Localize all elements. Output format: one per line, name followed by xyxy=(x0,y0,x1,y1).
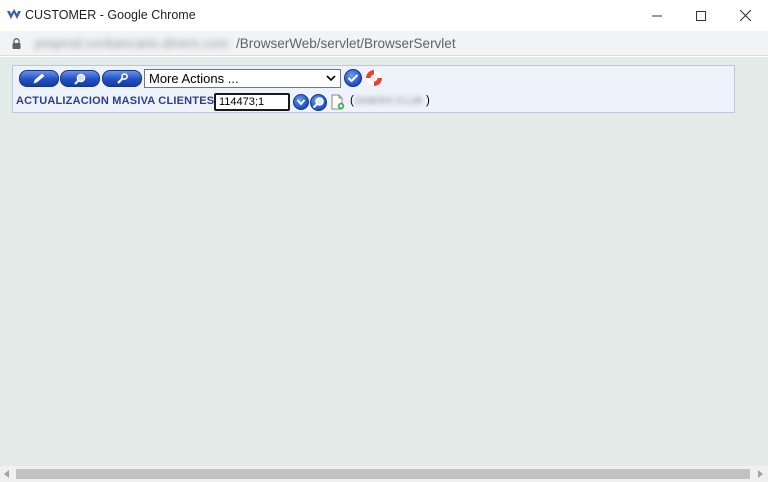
lifebuoy-icon xyxy=(366,70,382,86)
url-path: /BrowserWeb/servlet/BrowserServlet xyxy=(236,36,456,51)
minimize-button[interactable] xyxy=(634,0,680,31)
pencil-icon xyxy=(33,73,45,83)
lock-icon[interactable] xyxy=(12,38,21,49)
paren-open: ( xyxy=(350,95,354,107)
url-host: preprod.conbancario.diners.com xyxy=(35,36,229,51)
horizontal-scrollbar[interactable] xyxy=(0,466,768,482)
window-title: CUSTOMER - Google Chrome xyxy=(25,8,196,22)
lookup-button[interactable] xyxy=(310,94,327,111)
address-bar[interactable]: preprod.conbancario.diners.com /BrowserW… xyxy=(0,31,768,56)
more-actions-value: More Actions ... xyxy=(149,71,239,86)
client-id-input[interactable] xyxy=(214,93,290,111)
close-button[interactable] xyxy=(722,0,768,31)
go-button[interactable] xyxy=(293,94,309,110)
section-title: ACTUALIZACION MASIVA CLIENTES xyxy=(16,95,215,107)
toolbar-panel: More Actions ... ACTUALIZACION MASIVA CL… xyxy=(12,65,735,113)
magnifier-icon xyxy=(312,97,324,109)
more-actions-select[interactable]: More Actions ... xyxy=(144,69,341,88)
page-viewport: More Actions ... ACTUALIZACION MASIVA CL… xyxy=(0,57,768,466)
paren-close: ) xyxy=(426,95,430,107)
magnifier-icon xyxy=(74,73,86,85)
close-icon xyxy=(739,10,751,21)
wrench-icon xyxy=(117,72,128,84)
search-button[interactable] xyxy=(60,70,100,87)
maximize-button[interactable] xyxy=(678,0,724,31)
chevron-down-icon xyxy=(326,75,336,82)
client-name: DINERS CLUB xyxy=(355,96,423,107)
window-titlebar: CUSTOMER - Google Chrome xyxy=(0,0,768,31)
scroll-right-icon[interactable] xyxy=(758,470,763,478)
new-document-icon[interactable] xyxy=(331,94,345,110)
chevron-down-icon xyxy=(296,99,306,106)
tools-button[interactable] xyxy=(102,70,142,87)
help-button[interactable] xyxy=(365,69,383,87)
check-icon xyxy=(347,74,359,83)
maximize-icon xyxy=(696,10,706,21)
minimize-icon xyxy=(652,15,662,16)
scrollbar-thumb[interactable] xyxy=(16,469,750,479)
scroll-left-icon[interactable] xyxy=(4,470,9,478)
app-logo-icon xyxy=(7,9,21,19)
edit-button[interactable] xyxy=(19,70,59,87)
confirm-action-button[interactable] xyxy=(344,69,362,87)
